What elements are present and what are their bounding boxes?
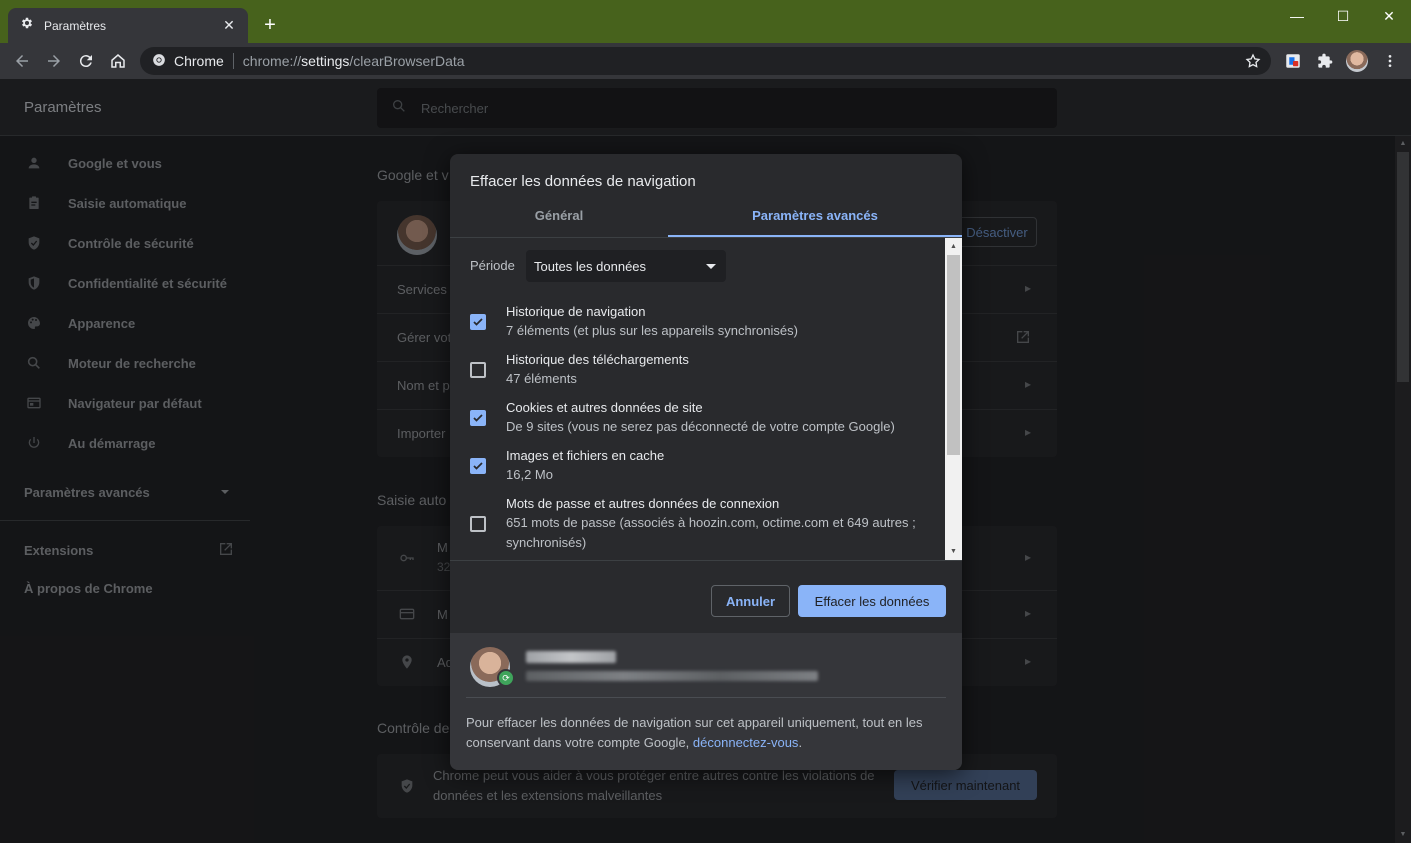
close-window-button[interactable]: ✕ [1366,4,1411,28]
back-arrow-icon[interactable] [10,49,34,73]
footer-note-end: . [798,735,803,750]
actions-divider [450,560,962,561]
dialog-scrollbar-thumb[interactable] [947,255,960,455]
home-icon[interactable] [106,49,130,73]
tab-title: Paramètres [44,18,107,33]
chrome-logo-icon [152,53,166,70]
checkmark-icon [473,318,483,326]
checkmark-icon [473,414,483,422]
omnibox-site-label: Chrome [174,53,224,69]
option-subtitle: 7 éléments (et plus sur les appareils sy… [506,323,798,338]
window-titlebar: Paramètres ✕ + — ☐ ✕ [0,0,1411,43]
sign-out-link[interactable]: déconnectez-vous [693,735,799,750]
close-tab-icon[interactable]: ✕ [220,17,238,34]
checkbox-cache[interactable] [470,458,486,474]
active-tab-indicator [668,235,962,237]
new-tab-button[interactable]: + [258,13,282,37]
reload-icon[interactable] [74,49,98,73]
account-name-redacted [526,651,616,663]
checkbox-passwords[interactable] [470,516,486,532]
dialog-title: Effacer les données de navigation [470,173,696,190]
footer-note: Pour effacer les données de navigation s… [466,713,946,753]
account-footer: ⟳ Pour effacer les données de navigation… [450,633,962,770]
period-select[interactable]: Toutes les données [526,250,726,282]
option-subtitle: De 9 sites (vous ne serez pas déconnecté… [506,419,895,434]
forward-arrow-icon[interactable] [42,49,66,73]
period-selected-value: Toutes les données [534,258,647,274]
period-label: Période [470,258,515,273]
account-divider [466,697,946,698]
browser-tab[interactable]: Paramètres ✕ [8,8,248,43]
url-scheme: chrome:// [242,53,302,69]
extension-shield-icon[interactable] [1281,49,1305,73]
cancel-button[interactable]: Annuler [711,585,790,617]
clear-data-button[interactable]: Effacer les données [798,585,946,617]
clear-browsing-data-dialog: Effacer les données de navigation Généra… [450,154,962,770]
checkmark-icon [473,462,483,470]
sync-icon: ⟳ [497,669,515,687]
address-bar[interactable]: Chrome chrome://settings/clearBrowserDat… [140,47,1271,75]
caret-down-icon [706,259,716,274]
option-title: Cookies et autres données de site [506,400,703,415]
scroll-down-arrow-icon[interactable]: ▼ [945,543,962,560]
tab-general[interactable]: Général [450,208,668,238]
option-subtitle: 47 éléments [506,371,577,386]
tab-advanced[interactable]: Paramètres avancés [668,208,962,238]
url-host: settings [301,53,350,69]
url-path: /clearBrowserData [349,53,465,69]
checkbox-browsing-history[interactable] [470,314,486,330]
tab-bar-border [450,237,962,238]
bookmark-star-icon[interactable] [1241,49,1265,73]
maximize-button[interactable]: ☐ [1320,4,1366,28]
option-title: Historique de navigation [506,304,646,319]
dialog-scrollbar[interactable]: ▲ ▼ [945,238,962,560]
gear-icon [20,16,34,35]
profile-avatar[interactable] [1345,49,1369,73]
scroll-up-arrow-icon[interactable]: ▲ [945,238,962,255]
menu-dots-icon[interactable] [1378,49,1402,73]
option-title: Historique des téléchargements [506,352,689,367]
account-email-redacted [526,671,818,681]
option-subtitle: 651 mots de passe (associés à hoozin.com… [506,515,916,550]
minimize-button[interactable]: — [1274,4,1320,28]
option-subtitle: 16,2 Mo [506,467,553,482]
browser-toolbar: Chrome chrome://settings/clearBrowserDat… [0,43,1411,79]
checkbox-cookies[interactable] [470,410,486,426]
option-title: Mots de passe et autres données de conne… [506,496,780,511]
puzzle-icon[interactable] [1313,49,1337,73]
checkbox-download-history[interactable] [470,362,486,378]
omnibox-separator [232,53,234,69]
option-title: Images et fichiers en cache [506,448,665,463]
